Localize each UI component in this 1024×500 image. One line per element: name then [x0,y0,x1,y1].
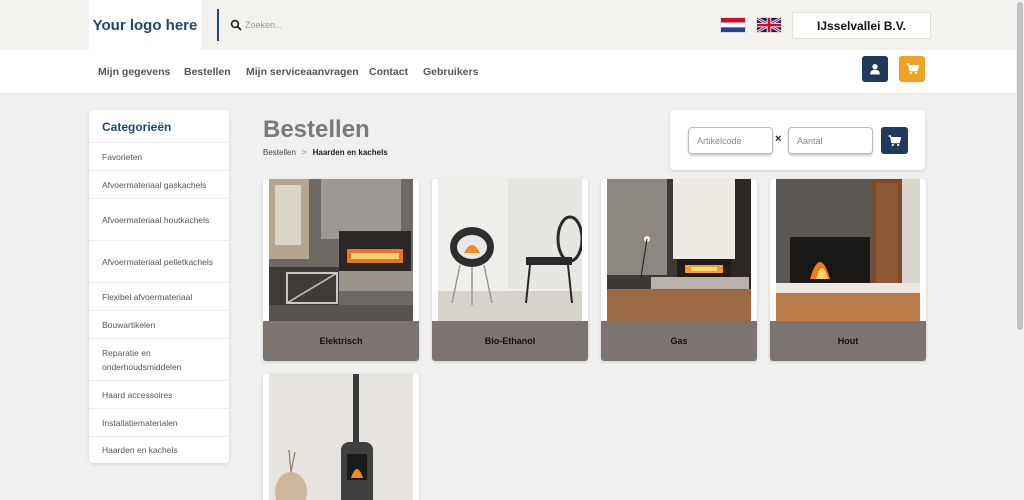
top-bar: Your logo here IJsselvallei B.V. [0,0,1016,50]
category-item[interactable]: Flexibel afvoermateriaal [89,282,229,310]
uk-flag-icon[interactable] [756,17,782,33]
quantity-input[interactable] [788,127,873,154]
category-item[interactable]: Haard accessoires [89,380,229,408]
bio-ethanol-fireplace-image [438,179,582,321]
search-icon[interactable] [230,19,242,31]
product-card-elektrisch[interactable]: Elektrisch [263,179,419,361]
category-item[interactable]: Afvoermateriaal pelletkachels [89,240,229,282]
search-divider [217,9,219,41]
page-title: Bestellen [263,116,370,143]
nl-flag-icon[interactable] [720,17,746,33]
breadcrumb: Bestellen > Haarden en kachels [263,148,388,157]
logo-text: Your logo here [92,16,198,34]
sidebar-title: Categorieën [102,120,172,134]
nav-gebruikers[interactable]: Gebruikers [423,66,478,78]
product-label: Bio-Ethanol [432,321,588,361]
company-name[interactable]: IJsselvallei B.V. [792,12,931,39]
nav-mijn-gegevens[interactable]: Mijn gegevens [98,66,170,78]
breadcrumb-separator: > [301,148,307,157]
category-item[interactable]: Favorieten [89,142,229,170]
times-sign: × [775,133,782,145]
add-to-cart-button[interactable] [881,127,908,154]
product-card-bio-ethanol[interactable]: Bio-Ethanol [432,179,588,361]
product-card-stove[interactable] [263,374,419,500]
wood-fireplace-image [776,179,920,321]
page-scrollbar[interactable] [1016,0,1024,500]
product-card-gas[interactable]: Gas [601,179,757,361]
article-code-input[interactable] [688,127,773,154]
gas-fireplace-image [607,179,751,321]
category-item[interactable]: Haarden en kachels [89,436,229,463]
product-card-hout[interactable]: Hout [770,179,926,361]
breadcrumb-current: Haarden en kachels [312,148,388,157]
cart-icon [888,134,901,146]
account-button[interactable] [862,56,888,82]
nav-bestellen[interactable]: Bestellen [184,66,231,78]
nav-mijn-serviceaanvragen[interactable]: Mijn serviceaanvragen [246,66,359,78]
cart-icon [906,63,919,75]
breadcrumb-link-bestellen[interactable]: Bestellen [263,148,296,157]
main-nav: Mijn gegevens Bestellen Mijn serviceaanv… [0,50,1016,94]
category-item[interactable]: Bouwartikelen [89,310,229,338]
wood-stove-image [269,374,413,500]
product-label: Hout [770,321,926,361]
scrollbar-thumb[interactable] [1017,2,1023,330]
category-item[interactable]: Installatiematerialen [89,408,229,436]
cart-button[interactable] [899,56,925,82]
electric-fireplace-image [269,179,413,321]
product-label: Elektrisch [263,321,419,361]
product-label: Gas [601,321,757,361]
logo[interactable]: Your logo here [89,0,201,50]
nav-contact[interactable]: Contact [369,66,408,78]
category-item[interactable]: Reparatie en onderhoudsmiddelen [89,338,229,380]
category-sidebar: Categorieën Favorieten Afvoermateriaal g… [89,110,229,463]
user-icon [870,64,880,75]
search-input[interactable] [245,15,445,35]
category-item[interactable]: Afvoermateriaal houtkachels [89,198,229,240]
category-item[interactable]: Afvoermateriaal gaskachels [89,170,229,198]
quick-order-panel: × [670,110,925,170]
